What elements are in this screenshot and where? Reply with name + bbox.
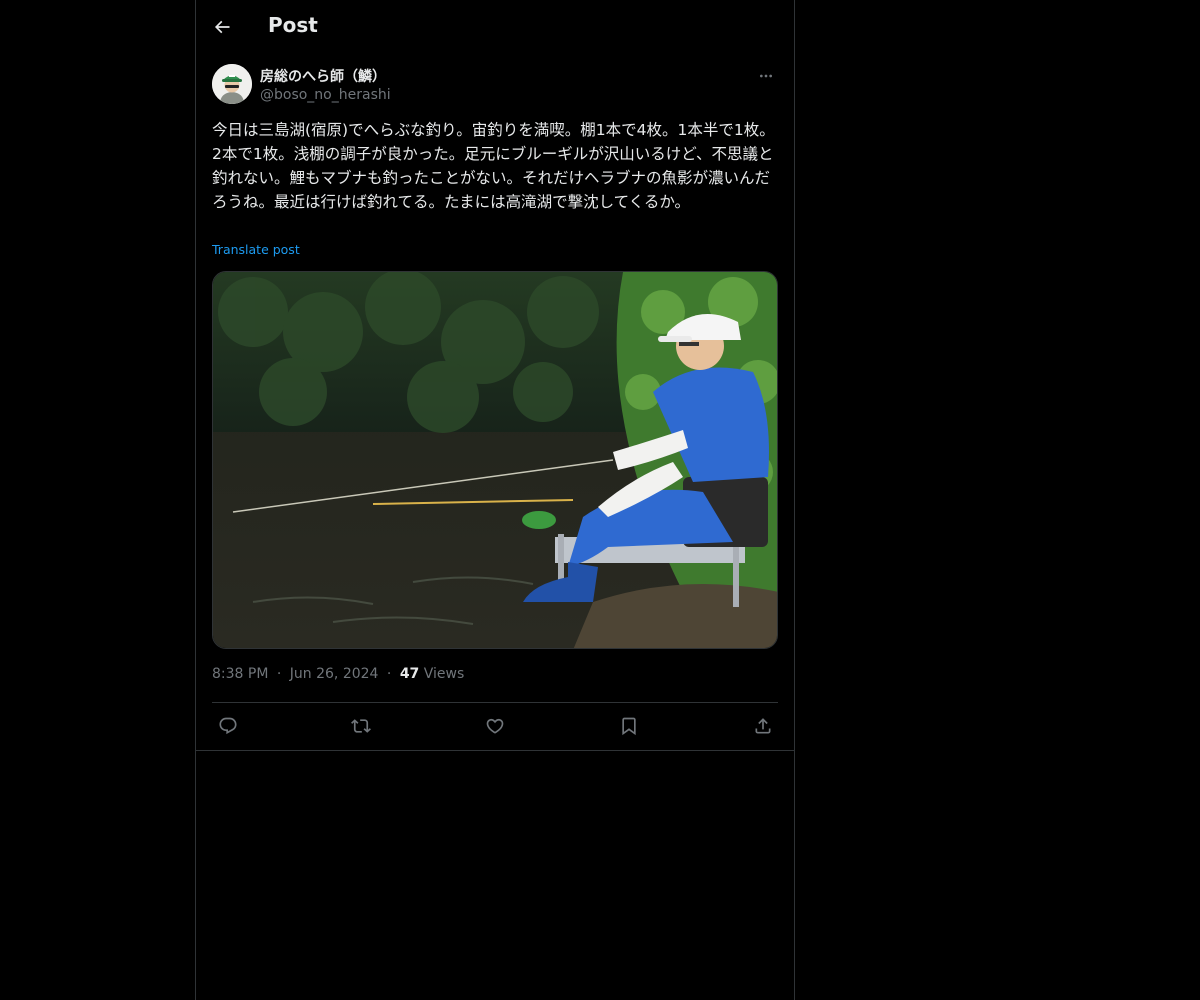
share-icon <box>755 718 771 734</box>
more-icon <box>760 74 772 78</box>
views-label: Views <box>423 666 465 682</box>
author-display-name[interactable]: 房総のへら師（鱗） <box>260 66 386 86</box>
post-meta: 8:38 PM · Jun 26, 2024 · 47 Views <box>212 666 464 682</box>
translate-post-link[interactable]: Translate post <box>212 242 300 257</box>
primary-column: Post 房総のへら師（鱗） @boso_no_herashi 今日は三島湖(宿… <box>195 0 795 1000</box>
avatar[interactable] <box>212 64 252 104</box>
bookmark-button[interactable] <box>613 710 645 742</box>
share-button[interactable] <box>747 710 779 742</box>
post-actions <box>212 710 778 742</box>
reply-icon <box>219 717 237 735</box>
post-text: 今日は三島湖(宿原)でへらぶな釣り。宙釣りを満喫。棚1本で4枚。1本半で1枚。2… <box>212 121 775 211</box>
post-author: 房総のへら師（鱗） @boso_no_herashi <box>212 64 778 108</box>
back-button[interactable] <box>206 11 238 43</box>
back-arrow-icon <box>214 20 230 34</box>
page-title: Post <box>268 13 318 37</box>
post-date[interactable]: Jun 26, 2024 <box>290 666 379 682</box>
views-count: 47 <box>399 666 420 682</box>
reply-button[interactable] <box>212 710 244 742</box>
top-bar: Post <box>196 0 794 54</box>
post-time[interactable]: 8:38 PM <box>212 666 268 682</box>
like-icon <box>486 718 504 734</box>
divider <box>196 750 794 751</box>
repost-button[interactable] <box>345 710 377 742</box>
author-handle[interactable]: @boso_no_herashi <box>260 87 391 103</box>
post-photo[interactable] <box>212 271 778 649</box>
bookmark-icon <box>622 717 636 736</box>
meta-separator: · <box>276 666 282 682</box>
meta-separator: · <box>386 666 392 682</box>
repost-icon <box>351 719 371 733</box>
more-options-button[interactable] <box>754 64 778 88</box>
divider <box>212 702 778 703</box>
like-button[interactable] <box>479 710 511 742</box>
